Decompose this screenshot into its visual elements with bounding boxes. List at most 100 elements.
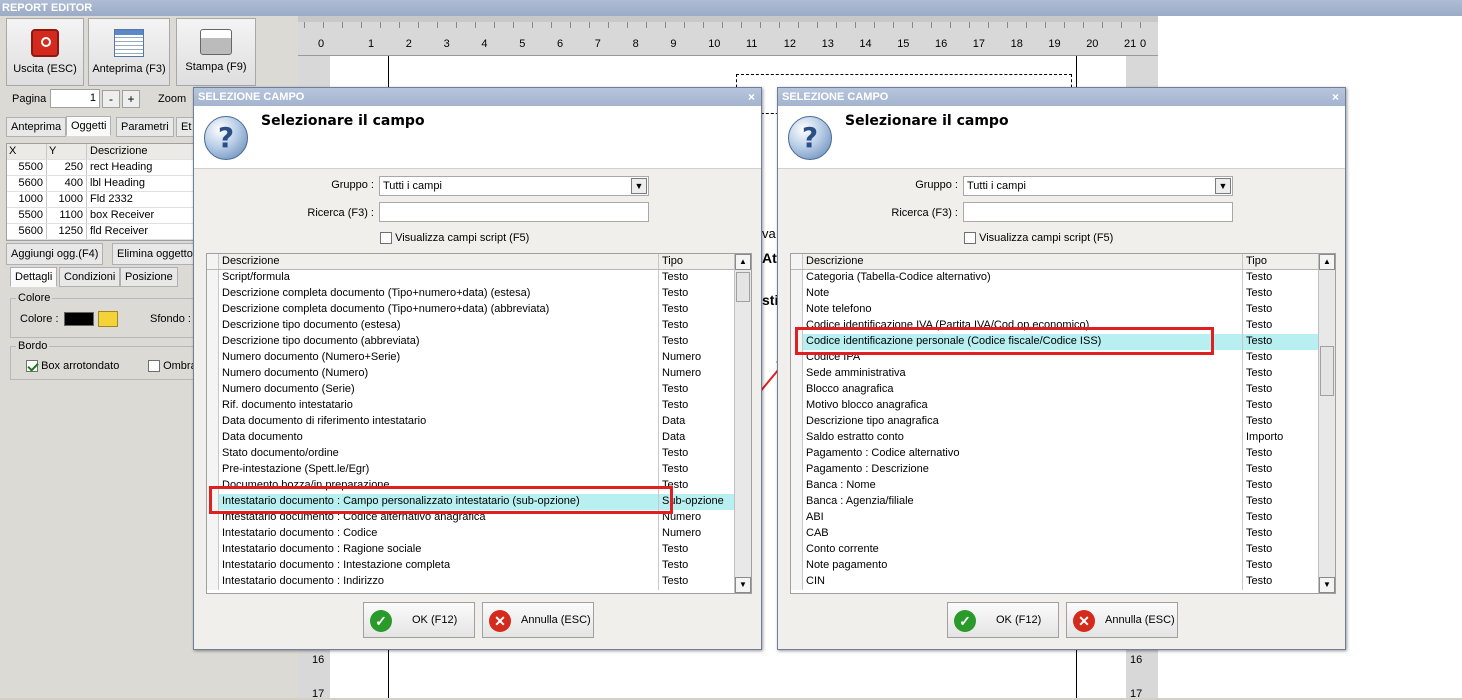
fields-grid[interactable]: Descrizione Tipo Script/formula Testo Desc…: [206, 253, 752, 594]
scrollbar-thumb[interactable]: [1320, 346, 1334, 396]
ricerca-label: Ricerca (F3) :: [891, 207, 958, 219]
ok-button[interactable]: ✓ OK (F12): [947, 602, 1059, 638]
preview-button[interactable]: Anteprima (F3): [88, 18, 170, 86]
scrollbar[interactable]: ▲ ▼: [734, 254, 751, 593]
page-prev-button[interactable]: -: [102, 90, 120, 108]
chevron-down-icon[interactable]: ▼: [631, 178, 647, 194]
fields-grid[interactable]: Descrizione Tipo Categoria (Tabella-Codic…: [790, 253, 1336, 594]
ruler-tick: 19: [1048, 38, 1061, 50]
table-row[interactable]: 5600 1250 fld Receiver: [7, 224, 193, 240]
v-ruler-tick: 17: [312, 688, 325, 700]
list-item[interactable]: CIN Testo: [791, 574, 1335, 590]
color-swatch[interactable]: [64, 312, 94, 326]
list-item[interactable]: Note pagamento Testo: [791, 558, 1335, 574]
tab-oggetti[interactable]: Oggetti: [66, 116, 112, 136]
list-item[interactable]: Saldo estratto conto Importo: [791, 430, 1335, 446]
ruler-ticks: 0 1 2 3 4 5 6 7 8 9 10 11 12 13 14 15 16 17 18 19 20 21 0: [298, 22, 1158, 56]
cancel-button[interactable]: ✕ Annulla (ESC): [1066, 602, 1178, 638]
chevron-down-icon[interactable]: ▼: [1215, 178, 1231, 194]
list-item[interactable]: Blocco anagrafica Testo: [791, 382, 1335, 398]
list-item[interactable]: Numero documento (Serie) Testo: [207, 382, 751, 398]
list-item[interactable]: Conto corrente Testo: [791, 542, 1335, 558]
list-item[interactable]: Intestatario documento : Indirizzo Testo: [207, 574, 751, 590]
exit-button[interactable]: Uscita (ESC): [6, 18, 84, 86]
print-button[interactable]: Stampa (F9): [176, 18, 256, 86]
list-item[interactable]: Descrizione tipo anagrafica Testo: [791, 414, 1335, 430]
tab-dettagli[interactable]: Dettagli: [10, 267, 58, 287]
dialog-heading: Selezionare il campo: [261, 113, 425, 129]
table-row[interactable]: 5600 400 lbl Heading: [7, 176, 193, 192]
ricerca-label: Ricerca (F3) :: [307, 207, 374, 219]
list-item[interactable]: Intestatario documento : Ragione sociale…: [207, 542, 751, 558]
list-item[interactable]: Categoria (Tabella-Codice alternativo) Te…: [791, 270, 1335, 286]
add-object-button[interactable]: Aggiungi ogg.(F4): [6, 243, 104, 265]
table-row[interactable]: 1000 1000 Fld 2332: [7, 192, 193, 208]
tab-anteprima[interactable]: Anteprima: [6, 117, 67, 137]
ok-button[interactable]: ✓ OK (F12): [363, 602, 475, 638]
v-ruler-tick: 16: [312, 654, 325, 666]
list-item[interactable]: Banca : Nome Testo: [791, 478, 1335, 494]
check-icon: ✓: [954, 610, 976, 632]
list-item[interactable]: Script/formula Testo: [207, 270, 751, 286]
page-input[interactable]: 1: [50, 89, 100, 108]
scroll-down-icon[interactable]: ▼: [735, 577, 751, 593]
grid-header: Descrizione Tipo: [207, 254, 751, 270]
preview-icon: [114, 29, 144, 57]
list-item[interactable]: Data documento di riferimento intestatar…: [207, 414, 751, 430]
list-item[interactable]: Banca : Agenzia/filiale Testo: [791, 494, 1335, 510]
gruppo-label: Gruppo :: [915, 179, 958, 191]
close-icon[interactable]: ×: [1332, 88, 1339, 107]
search-input[interactable]: [379, 202, 649, 222]
app-title: REPORT EDITOR: [0, 0, 1462, 16]
delete-object-button[interactable]: Elimina oggetto: [112, 243, 196, 265]
list-item[interactable]: Numero documento (Numero+Serie) Numero: [207, 350, 751, 366]
tab-posizione[interactable]: Posizione: [120, 267, 178, 287]
list-item[interactable]: Descrizione completa documento (Tipo+num…: [207, 286, 751, 302]
objects-table: X Y Descrizione 5500 250 rect Heading 5600…: [6, 143, 194, 241]
list-item[interactable]: Descrizione completa documento (Tipo+num…: [207, 302, 751, 318]
scrollbar-thumb[interactable]: [736, 272, 750, 302]
tab-condizioni[interactable]: Condizioni: [59, 267, 121, 287]
table-row[interactable]: 5500 1100 box Receiver: [7, 208, 193, 224]
list-item[interactable]: Intestatario documento : Codice Numero: [207, 526, 751, 542]
list-item[interactable]: ABI Testo: [791, 510, 1335, 526]
script-fields-checkbox[interactable]: Visualizza campi script (F5): [380, 232, 529, 245]
list-item[interactable]: Stato documento/ordine Testo: [207, 446, 751, 462]
ruler-tick: 8: [632, 38, 639, 50]
tab-parametri[interactable]: Parametri: [116, 117, 174, 137]
gruppo-select[interactable]: Tutti i campi ▼: [963, 176, 1233, 196]
scroll-down-icon[interactable]: ▼: [1319, 577, 1335, 593]
list-item[interactable]: Pre-intestazione (Spett.le/Egr) Testo: [207, 462, 751, 478]
list-item[interactable]: Sede amministrativa Testo: [791, 366, 1335, 382]
list-item[interactable]: Intestatario documento : Intestazione co…: [207, 558, 751, 574]
list-item[interactable]: Note telefono Testo: [791, 302, 1335, 318]
scrollbar[interactable]: ▲ ▼: [1318, 254, 1335, 593]
list-item[interactable]: Numero documento (Numero) Numero: [207, 366, 751, 382]
close-icon: ✕: [489, 610, 511, 632]
script-fields-checkbox[interactable]: Visualizza campi script (F5): [964, 232, 1113, 245]
grid-header: Descrizione Tipo: [791, 254, 1335, 270]
list-item[interactable]: Descrizione tipo documento (estesa) Testo: [207, 318, 751, 334]
shadow-checkbox[interactable]: Ombra: [148, 360, 196, 373]
search-input[interactable]: [963, 202, 1233, 222]
table-row[interactable]: 5500 250 rect Heading: [7, 160, 193, 176]
list-item[interactable]: Descrizione tipo documento (abbreviata) T…: [207, 334, 751, 350]
checkbox-icon: [964, 232, 976, 245]
gruppo-select[interactable]: Tutti i campi ▼: [379, 176, 649, 196]
close-icon[interactable]: ×: [748, 88, 755, 107]
list-item[interactable]: Pagamento : Descrizione Testo: [791, 462, 1335, 478]
list-item[interactable]: Motivo blocco anagrafica Testo: [791, 398, 1335, 414]
list-item[interactable]: CAB Testo: [791, 526, 1335, 542]
list-item[interactable]: Pagamento : Codice alternativo Testo: [791, 446, 1335, 462]
page-next-button[interactable]: +: [122, 90, 140, 108]
cancel-button[interactable]: ✕ Annulla (ESC): [482, 602, 594, 638]
ruler-tick: 16: [935, 38, 948, 50]
printer-icon: [200, 29, 232, 55]
rounded-box-checkbox[interactable]: Box arrotondato: [26, 360, 119, 373]
scroll-up-icon[interactable]: ▲: [1319, 254, 1335, 270]
list-item[interactable]: Data documento Data: [207, 430, 751, 446]
scroll-up-icon[interactable]: ▲: [735, 254, 751, 270]
list-item[interactable]: Note Testo: [791, 286, 1335, 302]
list-item[interactable]: Rif. documento intestatario Testo: [207, 398, 751, 414]
color-picker-icon[interactable]: [98, 311, 118, 327]
